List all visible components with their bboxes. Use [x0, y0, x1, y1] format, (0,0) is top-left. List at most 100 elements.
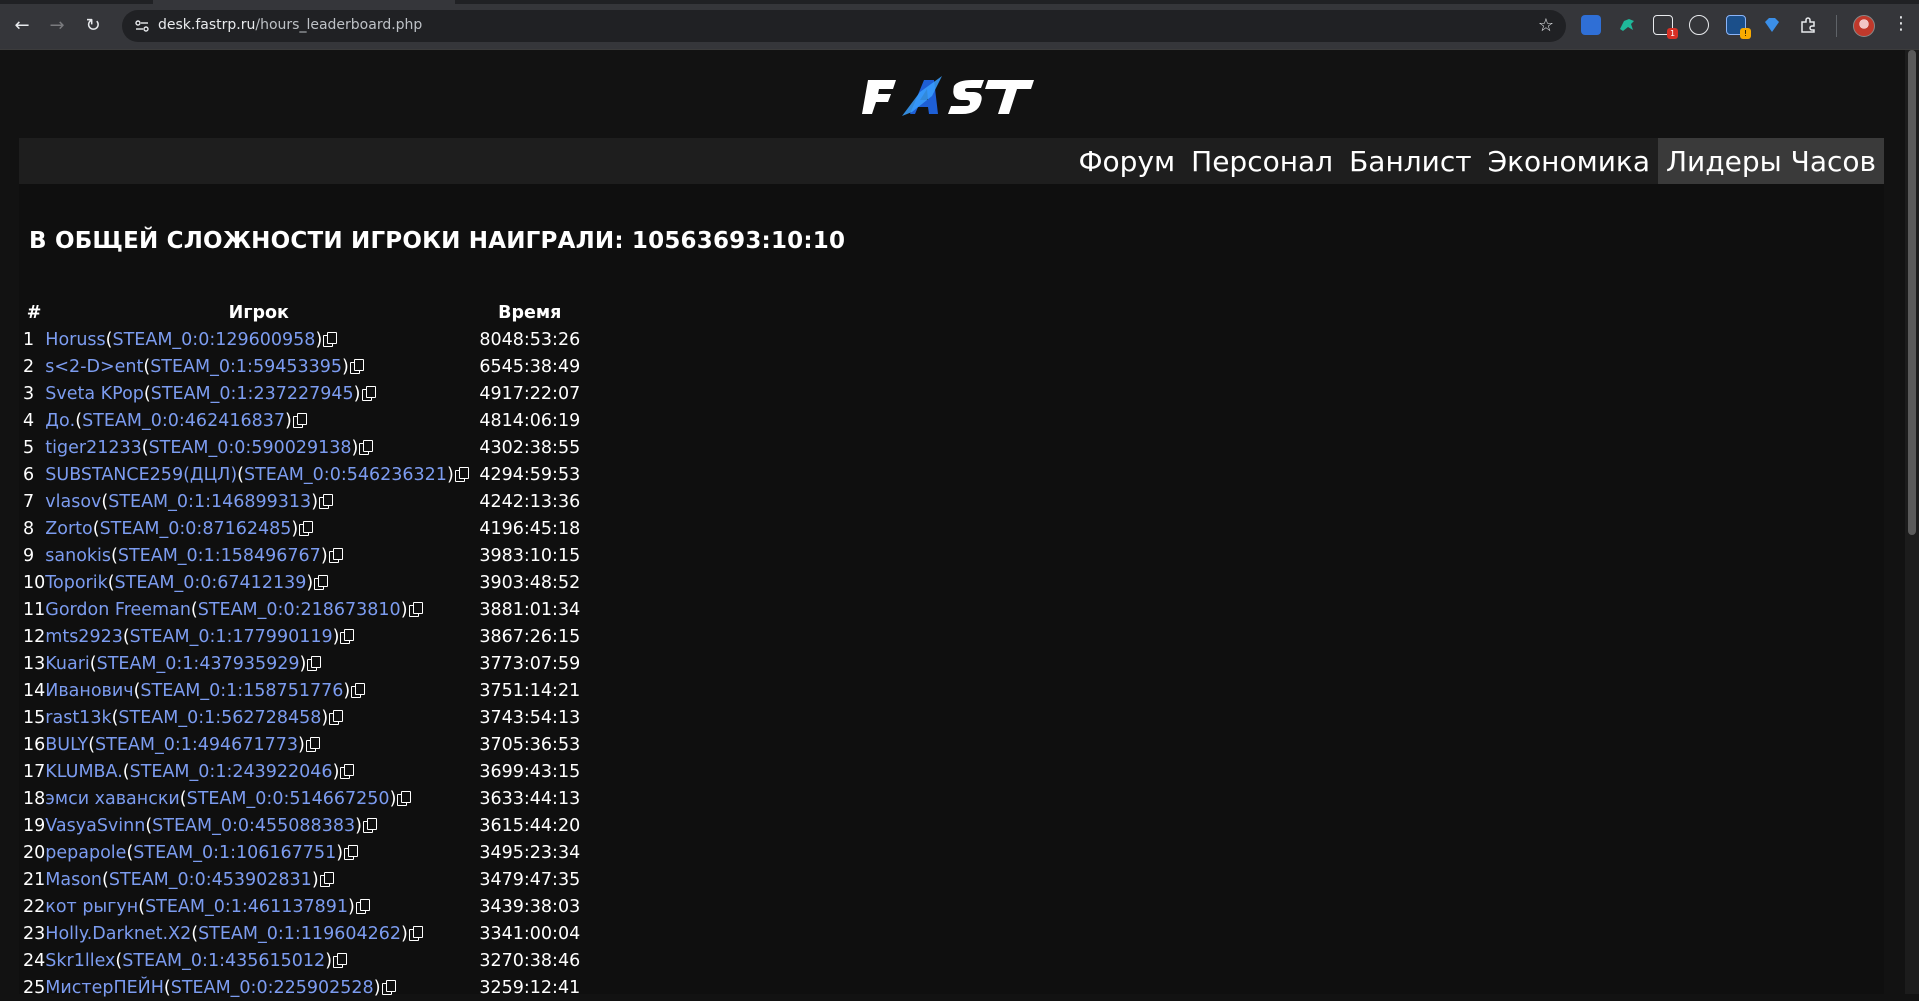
copy-icon[interactable]	[328, 547, 343, 563]
copy-icon[interactable]	[307, 655, 322, 671]
nav-hours-leaders-link[interactable]: Лидеры Часов	[1658, 138, 1884, 184]
player-name-link[interactable]: SUBSTANCE259(ДЦЛ)	[45, 465, 237, 485]
copy-icon[interactable]	[319, 493, 334, 509]
player-name-link[interactable]: МистерПЕЙН	[45, 978, 164, 998]
steam-id-link[interactable]: STEAM_0:0:590029138	[149, 438, 352, 458]
copy-icon[interactable]	[340, 628, 355, 644]
player-name-link[interactable]: Horuss	[45, 330, 105, 350]
player-name-link[interactable]: Gordon Freeman	[45, 600, 191, 620]
copy-icon[interactable]	[408, 601, 423, 617]
copy-icon[interactable]	[408, 925, 423, 941]
site-logo[interactable]	[862, 72, 1042, 122]
copy-icon[interactable]	[329, 709, 344, 725]
screen-extension-icon[interactable]: 1	[1653, 15, 1678, 39]
steam-id-link[interactable]: STEAM_0:0:129600958	[113, 330, 316, 350]
translate-extension-icon[interactable]	[1581, 15, 1601, 35]
copy-icon[interactable]	[305, 736, 320, 752]
steam-id-link[interactable]: STEAM_0:1:461137891	[145, 897, 348, 917]
player-name-link[interactable]: vlasov	[45, 492, 101, 512]
diamond-extension-icon[interactable]	[1762, 15, 1782, 35]
dino-extension-icon[interactable]	[1617, 15, 1637, 35]
steam-id-link[interactable]: STEAM_0:0:87162485	[100, 519, 292, 539]
player-name-link[interactable]: Skr1llex	[45, 951, 115, 971]
steam-id-link[interactable]: STEAM_0:1:243922046	[130, 762, 333, 782]
nav-economy-link[interactable]: Экономика	[1480, 138, 1658, 184]
copy-icon[interactable]	[355, 898, 370, 914]
steam-id-link[interactable]: STEAM_0:0:455088383	[152, 816, 355, 836]
bookmark-star-icon[interactable]: ☆	[1538, 15, 1554, 36]
steam-id-link[interactable]: STEAM_0:0:67412139	[115, 573, 307, 593]
player-name-link[interactable]: BULY	[45, 735, 88, 755]
copy-icon[interactable]	[454, 466, 469, 482]
player-name-link[interactable]: sanokis	[45, 546, 111, 566]
copy-icon[interactable]	[351, 682, 366, 698]
steam-id-link[interactable]: STEAM_0:0:225902528	[171, 978, 374, 998]
player-name-link[interactable]: кот рыгун	[45, 897, 138, 917]
profile-avatar[interactable]	[1853, 15, 1875, 37]
scrollbar-thumb[interactable]	[1908, 50, 1916, 535]
player-name-link[interactable]: rast13k	[45, 708, 111, 728]
steam-id-link[interactable]: STEAM_0:1:237227945	[151, 384, 354, 404]
copy-icon[interactable]	[323, 331, 338, 347]
address-bar[interactable]: desk.fastrp.ru/hours_leaderboard.php ☆	[122, 10, 1566, 42]
steam-id-link[interactable]: STEAM_0:0:218673810	[198, 600, 401, 620]
steam-id-link[interactable]: STEAM_0:1:158496767	[118, 546, 321, 566]
nav-forum-link[interactable]: Форум	[1070, 138, 1183, 184]
extensions-puzzle-icon[interactable]	[1798, 15, 1818, 35]
player-name-link[interactable]: KLUMBA.	[45, 762, 123, 782]
copy-icon[interactable]	[381, 979, 396, 995]
active-tab-edge[interactable]	[153, 0, 455, 4]
forward-icon[interactable]: →	[45, 13, 69, 37]
player-name-link[interactable]: Иванович	[45, 681, 133, 701]
site-info-icon[interactable]	[134, 18, 150, 34]
rank-cell: 20	[23, 842, 46, 863]
nav-staff-link[interactable]: Персонал	[1183, 138, 1341, 184]
copy-icon[interactable]	[361, 385, 376, 401]
player-name-link[interactable]: Mason	[45, 870, 102, 890]
copy-icon[interactable]	[319, 871, 334, 887]
player-name-link[interactable]: pepapole	[45, 843, 126, 863]
steam-id-link[interactable]: STEAM_0:1:177990119	[130, 627, 333, 647]
steam-id-link[interactable]: STEAM_0:1:59453395	[150, 357, 342, 377]
player-name-link[interactable]: Holly.Darknet.X2	[45, 924, 191, 944]
copy-icon[interactable]	[397, 790, 412, 806]
steam-id-link[interactable]: STEAM_0:1:562728458	[118, 708, 321, 728]
copy-icon[interactable]	[349, 358, 364, 374]
player-name-link[interactable]: До.	[45, 411, 75, 431]
steam-id-link[interactable]: STEAM_0:1:119604262	[198, 924, 401, 944]
copy-icon[interactable]	[340, 763, 355, 779]
steam-id-link[interactable]: STEAM_0:0:453902831	[109, 870, 312, 890]
nav-banlist-link[interactable]: Банлист	[1341, 138, 1479, 184]
globe-extension-icon[interactable]	[1689, 15, 1709, 35]
player-name-link[interactable]: Zorto	[45, 519, 92, 539]
player-name-link[interactable]: Kuari	[45, 654, 89, 674]
steam-id-link[interactable]: STEAM_0:1:435615012	[122, 951, 325, 971]
steam-id-link[interactable]: STEAM_0:0:546236321	[244, 465, 447, 485]
player-name-link[interactable]: эмси хавански	[45, 789, 180, 809]
steam-id-link[interactable]: STEAM_0:0:514667250	[187, 789, 390, 809]
player-name-link[interactable]: tiger21233	[45, 438, 141, 458]
player-name-link[interactable]: Sveta KPop	[45, 384, 144, 404]
player-name-link[interactable]: Toporik	[45, 573, 107, 593]
steam-id-link[interactable]: STEAM_0:1:437935929	[97, 654, 300, 674]
player-name-link[interactable]: VasyaSvinn	[45, 816, 145, 836]
copy-icon[interactable]	[333, 952, 348, 968]
steam-id-link[interactable]: STEAM_0:0:462416837	[82, 411, 285, 431]
steam-id-link[interactable]: STEAM_0:1:158751776	[140, 681, 343, 701]
copy-icon[interactable]	[359, 439, 374, 455]
reload-icon[interactable]: ↻	[81, 13, 105, 37]
steam-id-link[interactable]: STEAM_0:1:146899313	[108, 492, 311, 512]
copy-icon[interactable]	[314, 574, 329, 590]
browser-menu-icon[interactable]: ⋮	[1892, 13, 1910, 34]
page-scrollbar[interactable]	[1905, 50, 1919, 994]
steam-id-link[interactable]: STEAM_0:1:106167751	[133, 843, 336, 863]
player-name-link[interactable]: s<2-D>ent	[45, 357, 143, 377]
back-icon[interactable]: ←	[10, 13, 34, 37]
copy-icon[interactable]	[299, 520, 314, 536]
code-extension-icon[interactable]: !	[1726, 15, 1751, 39]
copy-icon[interactable]	[344, 844, 359, 860]
copy-icon[interactable]	[362, 817, 377, 833]
steam-id-link[interactable]: STEAM_0:1:494671773	[95, 735, 298, 755]
player-name-link[interactable]: mts2923	[45, 627, 123, 647]
copy-icon[interactable]	[292, 412, 307, 428]
